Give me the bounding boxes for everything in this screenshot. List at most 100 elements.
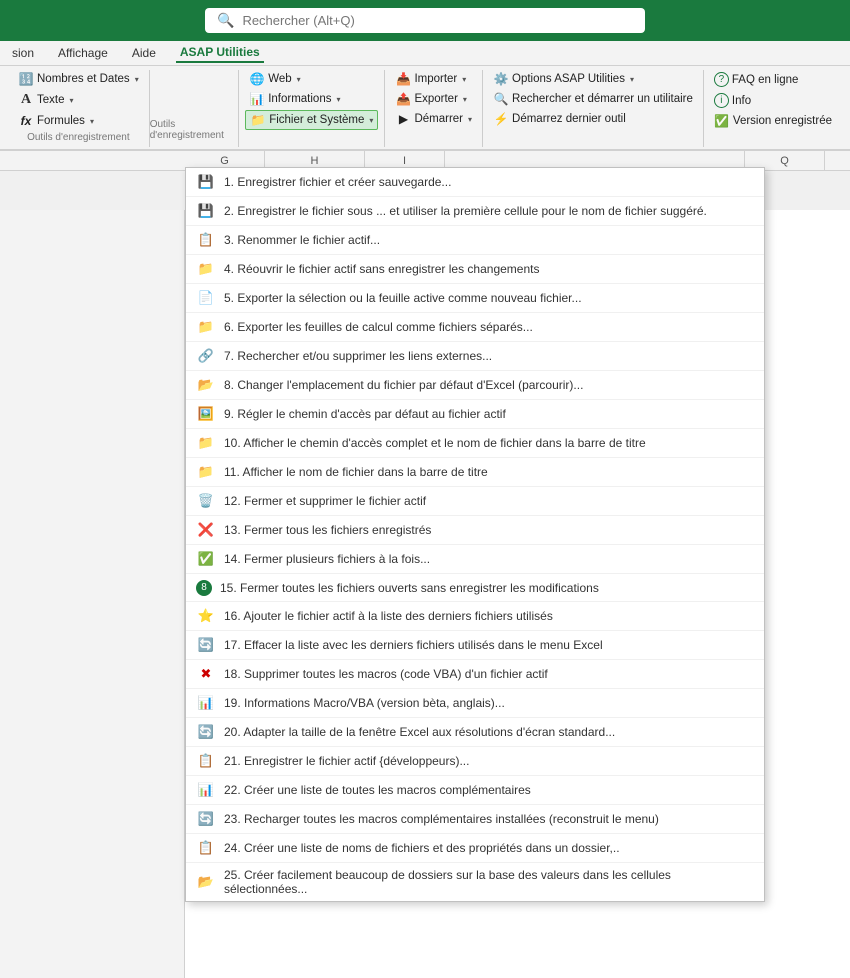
item-icon: 💾 [196,202,216,220]
menu-item-aide[interactable]: Aide [128,44,160,62]
item-icon: 📂 [196,873,216,891]
search-wrapper: 🔍 [205,8,645,33]
file-icon: 📁 [250,113,266,127]
item-icon: ✅ [196,550,216,568]
dropdown-item[interactable]: 📊19. Informations Macro/VBA (version bèt… [186,689,764,718]
menu-bar: sion Affichage Aide ASAP Utilities [0,41,850,66]
ribbon-group-faq: ? FAQ en ligne i Info ✅ Version enregist… [704,70,842,147]
item-text: 6. Exporter les feuilles de calcul comme… [224,320,754,334]
btn-nombres-dates[interactable]: 🔢 Nombres et Dates ▾ [14,70,143,88]
web-icon: 🌐 [249,72,265,86]
item-text: 19. Informations Macro/VBA (version bèta… [224,696,754,710]
item-text: 20. Adapter la taille de la fenêtre Exce… [224,725,754,739]
btn-info[interactable]: i Info [710,91,836,110]
dropdown-item[interactable]: 💾 2. Enregistrer le fichier sous ... et u… [186,197,764,226]
item-icon: 💾 [196,173,216,191]
ribbon-group-import: 📥 Importer ▾ 📤 Exporter ▾ ▶ Démarrer ▾ [385,70,483,147]
gear-icon: ⚙️ [493,72,509,86]
dropdown-item[interactable]: 🔄 23. Recharger toutes les macros complém… [186,805,764,834]
version-icon: ✅ [714,114,730,128]
dropdown-item[interactable]: 📁11. Afficher le nom de fichier dans la … [186,458,764,487]
item-icon: 📋 [196,752,216,770]
dropdown-item[interactable]: 📁 10. Afficher le chemin d'accès complet … [186,429,764,458]
dropdown-item[interactable]: 📊22. Créer une liste de toutes les macro… [186,776,764,805]
item-text: 9. Régler le chemin d'accès par défaut a… [224,407,754,421]
dropdown-item[interactable]: 📂8. Changer l'emplacement du fichier par… [186,371,764,400]
btn-informations[interactable]: 📊 Informations ▾ [245,90,378,108]
group-label-outils: Outils d'enregistrement [14,132,143,143]
dropdown-item[interactable]: 📋3. Renommer le fichier actif... [186,226,764,255]
dropdown-arrow: ▾ [462,75,466,84]
dropdown-item[interactable]: ❌13. Fermer tous les fichiers enregistré… [186,516,764,545]
text-icon: A [18,92,34,108]
btn-demarrer-dernier[interactable]: ⚡ Démarrez dernier outil [489,110,697,128]
dropdown-item[interactable]: ✅14. Fermer plusieurs fichiers à la fois… [186,545,764,574]
dropdown-item[interactable]: ✖18. Supprimer toutes les macros (code V… [186,660,764,689]
dropdown-menu: 💾1. Enregistrer fichier et créer sauvega… [185,167,765,902]
formula-icon: fx [18,114,34,128]
menu-item-sion[interactable]: sion [8,44,38,62]
dropdown-item[interactable]: 📁 6. Exporter les feuilles de calcul comm… [186,313,764,342]
info-chart-icon: 📊 [249,92,265,106]
item-text: 10. Afficher le chemin d'accès complet e… [224,436,754,450]
item-text: 17. Effacer la liste avec les derniers f… [224,638,754,652]
item-icon: 🔄 [196,636,216,654]
btn-web[interactable]: 🌐 Web ▾ [245,70,378,88]
menu-item-asap[interactable]: ASAP Utilities [176,43,264,63]
item-text: 12. Fermer et supprimer le fichier actif [224,494,754,508]
dropdown-arrow: ▾ [336,95,340,104]
btn-importer[interactable]: 📥 Importer ▾ [391,70,476,88]
item-text: 2. Enregistrer le fichier sous ... et ut… [224,204,754,218]
btn-rechercher-utilitaire[interactable]: 🔍 Rechercher et démarrer un utilitaire [489,90,697,108]
lightning-icon: ⚡ [493,112,509,126]
search-util-icon: 🔍 [493,92,509,106]
dropdown-arrow: ▾ [70,96,74,105]
item-icon: 📋 [196,839,216,857]
btn-demarrer[interactable]: ▶ Démarrer ▾ [391,110,476,128]
dropdown-item[interactable]: 🖼️ 9. Régler le chemin d'accès par défaut… [186,400,764,429]
btn-faq[interactable]: ? FAQ en ligne [710,70,836,89]
btn-options[interactable]: ⚙️ Options ASAP Utilities ▾ [489,70,697,88]
dropdown-item[interactable]: 📋24. Créer une liste de noms de fichiers… [186,834,764,863]
item-icon: 🔗 [196,347,216,365]
menu-item-affichage[interactable]: Affichage [54,44,112,62]
item-icon: 📁 [196,318,216,336]
item-icon: ❌ [196,521,216,539]
item-text: 16. Ajouter le fichier actif à la liste … [224,609,754,623]
item-text: 23. Recharger toutes les macros compléme… [224,812,754,826]
item-icon: 🖼️ [196,405,216,423]
dropdown-item[interactable]: 📄5. Exporter la sélection ou la feuille … [186,284,764,313]
btn-version[interactable]: ✅ Version enregistrée [710,112,836,130]
item-icon: 📊 [196,781,216,799]
item-text: 8. Changer l'emplacement du fichier par … [224,378,754,392]
dropdown-item[interactable]: ⭐16. Ajouter le fichier actif à la liste… [186,602,764,631]
item-icon: 🔄 [196,810,216,828]
item-icon: 📋 [196,231,216,249]
btn-fichier-systeme[interactable]: 📁 Fichier et Système ▾ [245,110,378,130]
item-text: 18. Supprimer toutes les macros (code VB… [224,667,754,681]
search-input[interactable] [242,13,633,28]
item-icon: 📁 [196,434,216,452]
dropdown-item[interactable]: 📁4. Réouvrir le fichier actif sans enreg… [186,255,764,284]
dropdown-item[interactable]: 📂25. Créer facilement beaucoup de dossie… [186,863,764,901]
dropdown-arrow: ▾ [369,116,373,125]
btn-exporter[interactable]: 📤 Exporter ▾ [391,90,476,108]
play-icon: ▶ [395,112,411,126]
btn-texte[interactable]: A Texte ▾ [14,90,143,110]
item-icon: 📁 [196,260,216,278]
dropdown-item[interactable]: 🔗7. Rechercher et/ou supprimer les liens… [186,342,764,371]
dropdown-arrow: ▾ [297,75,301,84]
info-icon: i [714,93,729,108]
ribbon: 🔢 Nombres et Dates ▾ A Texte ▾ fx Formul… [0,66,850,151]
dropdown-item[interactable]: 🔄20. Adapter la taille de la fenêtre Exc… [186,718,764,747]
dropdown-item[interactable]: 🔄 17. Effacer la liste avec les derniers … [186,631,764,660]
question-icon: ? [714,72,729,87]
import-icon: 📥 [395,72,411,86]
dropdown-arrow: ▾ [463,95,467,104]
dropdown-item[interactable]: 815. Fermer toutes les fichiers ouverts … [186,574,764,602]
dropdown-item[interactable]: 💾1. Enregistrer fichier et créer sauvega… [186,168,764,197]
search-icon: 🔍 [217,12,234,29]
btn-formules[interactable]: fx Formules ▾ [14,112,143,130]
dropdown-item[interactable]: 📋21. Enregistrer le fichier actif {dével… [186,747,764,776]
dropdown-item[interactable]: 🗑️12. Fermer et supprimer le fichier act… [186,487,764,516]
